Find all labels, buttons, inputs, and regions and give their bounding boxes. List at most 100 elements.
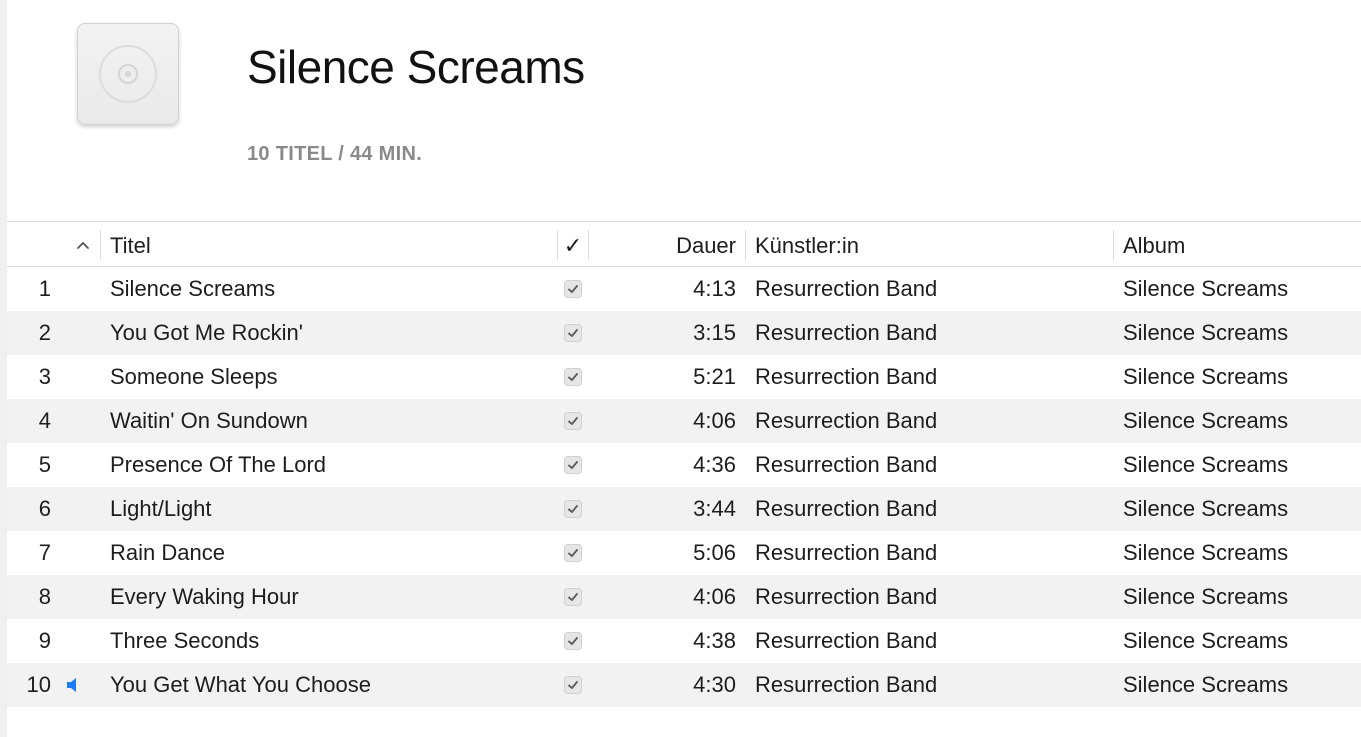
checkbox-checked-icon[interactable] [564,368,582,386]
track-number: 9 [38,628,51,653]
checkbox-checked-icon[interactable] [564,324,582,342]
table-row[interactable]: 3 Someone Sleeps 5:21 Resurrection Band Sile… [7,355,1361,399]
track-title: Someone Sleeps [110,364,278,389]
track-album: Silence Screams [1123,452,1289,477]
track-duration: 5:06 [693,540,736,565]
track-checkbox[interactable] [564,487,582,531]
track-number: 3 [38,364,51,389]
track-number: 4 [38,408,51,433]
track-checkbox[interactable] [564,311,582,355]
track-title: You Get What You Choose [110,672,371,697]
checkbox-checked-icon[interactable] [564,456,582,474]
track-album: Silence Screams [1123,672,1289,697]
chevron-up-icon [77,242,89,249]
track-title: Waitin' On Sundown [110,408,308,433]
column-header-artist[interactable]: Künstler:in [755,222,859,268]
column-header-duration[interactable]: Dauer [627,222,736,268]
album-title: Silence Screams [247,41,585,93]
table-row[interactable]: 8 Every Waking Hour 4:06 Resurrection Band S… [7,575,1361,619]
track-checkbox[interactable] [564,663,582,707]
track-list: 1 Silence Screams 4:13 Resurrection Band Sil… [7,267,1361,707]
album-meta: 10 TITEL / 44 MIN. [247,143,423,165]
sort-column-header[interactable] [73,222,93,268]
track-duration: 4:06 [693,408,736,433]
track-duration: 4:06 [693,584,736,609]
track-artist: Resurrection Band [755,584,938,609]
track-artist: Resurrection Band [755,452,938,477]
track-album: Silence Screams [1123,276,1289,301]
track-duration: 5:21 [693,364,736,389]
track-number: 5 [38,452,51,477]
track-title: Presence Of The Lord [110,452,327,477]
column-divider[interactable] [1113,230,1114,260]
column-divider[interactable] [557,230,558,260]
track-duration: 3:15 [693,320,736,345]
table-row[interactable]: 1 Silence Screams 4:13 Resurrection Band Sil… [7,267,1361,311]
table-row[interactable]: 7 Rain Dance 5:06 Resurrection Band Silence … [7,531,1361,575]
track-title: Rain Dance [110,540,225,565]
track-table: Titel ✓ Dauer Künstler:in Album 1 Silence… [7,221,1361,707]
column-header-album[interactable]: Album [1123,222,1185,268]
table-row[interactable]: 2 You Got Me Rockin' 3:15 Resurrection Band… [7,311,1361,355]
track-checkbox[interactable] [564,399,582,443]
track-album: Silence Screams [1123,320,1289,345]
track-artist: Resurrection Band [755,364,938,389]
table-row[interactable]: 9 Three Seconds 4:38 Resurrection Band Silen… [7,619,1361,663]
track-checkbox[interactable] [564,267,582,311]
table-row[interactable]: 10 You Get What You Choose 4:30 Resurrectio… [7,663,1361,707]
column-divider[interactable] [745,230,746,260]
album-artwork[interactable] [77,23,179,125]
checkbox-checked-icon[interactable] [564,500,582,518]
track-album: Silence Screams [1123,540,1289,565]
checkbox-checked-icon[interactable] [564,280,582,298]
column-header-title[interactable]: Titel [110,222,151,268]
column-divider[interactable] [588,230,589,260]
track-number: 10 [26,672,51,697]
track-artist: Resurrection Band [755,496,938,521]
track-title: Silence Screams [110,276,276,301]
sidebar-edge [0,0,7,737]
table-header: Titel ✓ Dauer Künstler:in Album [7,221,1361,267]
cd-placeholder-icon [99,45,157,103]
table-row[interactable]: 6 Light/Light 3:44 Resurrection Band Silence… [7,487,1361,531]
track-duration: 4:36 [693,452,736,477]
checkbox-checked-icon[interactable] [564,632,582,650]
track-checkbox[interactable] [564,443,582,487]
track-number: 6 [38,496,51,521]
track-duration: 4:13 [693,276,736,301]
track-number: 2 [38,320,51,345]
track-number: 7 [38,540,51,565]
track-number: 1 [38,276,51,301]
track-artist: Resurrection Band [755,276,938,301]
track-artist: Resurrection Band [755,540,938,565]
column-header-check[interactable]: ✓ [563,222,583,268]
track-duration: 4:30 [693,672,736,697]
track-artist: Resurrection Band [755,628,938,653]
track-checkbox[interactable] [564,355,582,399]
track-album: Silence Screams [1123,364,1289,389]
checkbox-checked-icon[interactable] [564,544,582,562]
track-album: Silence Screams [1123,496,1289,521]
checkbox-checked-icon[interactable] [564,676,582,694]
track-title: Every Waking Hour [110,584,299,609]
checkbox-checked-icon[interactable] [564,588,582,606]
track-checkbox[interactable] [564,531,582,575]
table-row[interactable]: 4 Waitin' On Sundown 4:06 Resurrection Band… [7,399,1361,443]
track-duration: 4:38 [693,628,736,653]
speaker-icon [65,663,85,707]
album-header: Silence Screams 10 TITEL / 44 MIN. [7,0,1361,221]
track-checkbox[interactable] [564,575,582,619]
track-number: 8 [38,584,51,609]
track-album: Silence Screams [1123,628,1289,653]
track-title: Three Seconds [110,628,260,653]
track-artist: Resurrection Band [755,672,938,697]
column-divider[interactable] [100,230,101,260]
checkbox-checked-icon[interactable] [564,412,582,430]
track-checkbox[interactable] [564,619,582,663]
track-album: Silence Screams [1123,408,1289,433]
table-row[interactable]: 5 Presence Of The Lord 4:36 Resurrection Ba… [7,443,1361,487]
track-title: Light/Light [110,496,212,521]
track-artist: Resurrection Band [755,320,938,345]
track-album: Silence Screams [1123,584,1289,609]
track-title: You Got Me Rockin' [110,320,303,345]
